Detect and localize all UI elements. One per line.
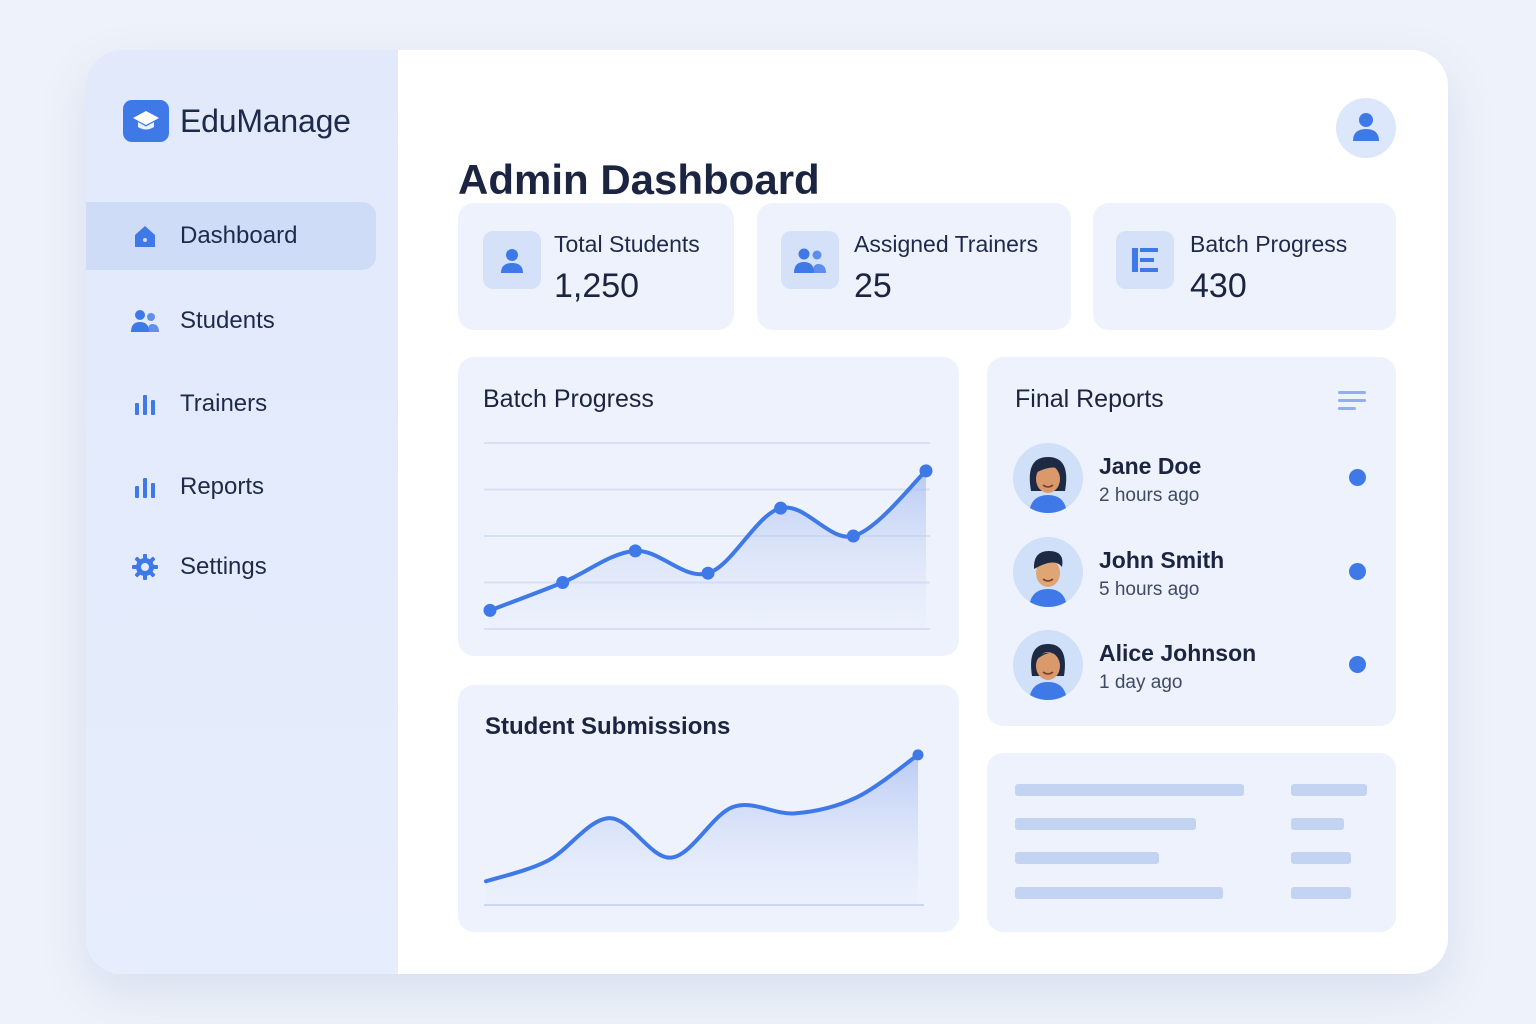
report-name: John Smith xyxy=(1099,547,1225,573)
bar-chart-icon xyxy=(130,389,160,419)
skeleton-line xyxy=(1291,784,1367,796)
batch-progress-card: Batch Progress xyxy=(458,357,959,656)
status-dot[interactable] xyxy=(1349,656,1366,673)
sidebar-item-settings[interactable]: Settings xyxy=(86,533,376,601)
sidebar-item-dashboard[interactable]: Dashboard xyxy=(86,202,376,270)
menu-lines-icon[interactable] xyxy=(1337,389,1367,418)
skeleton-line xyxy=(1291,818,1344,830)
data-point[interactable] xyxy=(912,749,924,761)
sidebar-item-label: Trainers xyxy=(180,390,268,417)
gear-icon xyxy=(130,552,160,582)
data-point[interactable] xyxy=(701,566,715,580)
brand[interactable]: EduManage xyxy=(123,100,351,142)
user-icon xyxy=(483,231,541,289)
report-name: Jane Doe xyxy=(1099,453,1202,479)
avatar xyxy=(1013,630,1083,700)
skeleton-line xyxy=(1015,818,1196,830)
data-point[interactable] xyxy=(919,464,933,478)
graduation-cap-icon xyxy=(123,100,169,142)
list-icon xyxy=(1116,231,1174,289)
final-reports-title: Final Reports xyxy=(1015,385,1164,413)
batch-progress-chart xyxy=(483,442,933,630)
stat-label: Total Students xyxy=(554,231,700,257)
status-dot[interactable] xyxy=(1349,469,1366,486)
report-name: Alice Johnson xyxy=(1099,640,1257,666)
report-time: 5 hours ago xyxy=(1099,579,1200,600)
skeleton-line xyxy=(1291,887,1351,899)
stat-value: 1,250 xyxy=(554,267,640,305)
stat-card-batch-progress[interactable]: Batch Progress 430 xyxy=(1093,203,1396,330)
users-icon xyxy=(781,231,839,289)
report-time: 2 hours ago xyxy=(1099,485,1200,506)
sidebar: EduManage Dashboard Students Trainers Re… xyxy=(86,50,398,974)
stat-label: Batch Progress xyxy=(1190,231,1348,257)
report-item[interactable]: Jane Doe 2 hours ago xyxy=(1013,443,1373,515)
sidebar-item-trainers[interactable]: Trainers xyxy=(86,370,376,438)
data-point[interactable] xyxy=(483,603,497,617)
sidebar-item-reports[interactable]: Reports xyxy=(86,453,376,521)
final-reports-card: Final Reports Jane Doe 2 hours ago John … xyxy=(987,357,1396,726)
brand-name: EduManage xyxy=(180,102,351,139)
user-icon xyxy=(1349,109,1383,148)
bar-chart-icon xyxy=(130,472,160,502)
skeleton-line xyxy=(1015,887,1223,899)
stat-card-assigned-trainers[interactable]: Assigned Trainers 25 xyxy=(757,203,1071,330)
status-dot[interactable] xyxy=(1349,563,1366,580)
data-point[interactable] xyxy=(556,576,570,589)
data-point[interactable] xyxy=(774,501,788,515)
stat-value: 25 xyxy=(854,267,892,305)
data-point[interactable] xyxy=(628,544,642,558)
sidebar-item-label: Dashboard xyxy=(180,222,298,249)
skeleton-line xyxy=(1015,852,1159,864)
student-submissions-chart xyxy=(484,749,924,906)
sidebar-item-students[interactable]: Students xyxy=(86,287,376,355)
users-icon xyxy=(130,306,160,336)
avatar xyxy=(1013,537,1083,607)
profile-avatar-button[interactable] xyxy=(1336,98,1396,158)
skeleton-line xyxy=(1291,852,1351,864)
series-area xyxy=(486,754,918,905)
sidebar-item-label: Students xyxy=(180,307,275,334)
data-point[interactable] xyxy=(846,529,860,543)
stat-value: 430 xyxy=(1190,267,1247,305)
page-title: Admin Dashboard xyxy=(458,156,820,203)
report-item[interactable]: John Smith 5 hours ago xyxy=(1013,537,1373,609)
app-window: EduManage Dashboard Students Trainers Re… xyxy=(86,50,1448,974)
skeleton-line xyxy=(1015,784,1244,796)
stat-card-total-students[interactable]: Total Students 1,250 xyxy=(458,203,734,330)
avatar xyxy=(1013,443,1083,513)
report-item[interactable]: Alice Johnson 1 day ago xyxy=(1013,630,1373,702)
student-submissions-card: Student Submissions xyxy=(458,685,959,932)
sidebar-item-label: Settings xyxy=(180,553,267,580)
sidebar-item-label: Reports xyxy=(180,473,265,500)
report-time: 1 day ago xyxy=(1099,672,1183,693)
stat-label: Assigned Trainers xyxy=(854,231,1039,257)
home-icon xyxy=(130,221,160,251)
series-area xyxy=(490,470,926,629)
placeholder-card xyxy=(987,753,1396,932)
